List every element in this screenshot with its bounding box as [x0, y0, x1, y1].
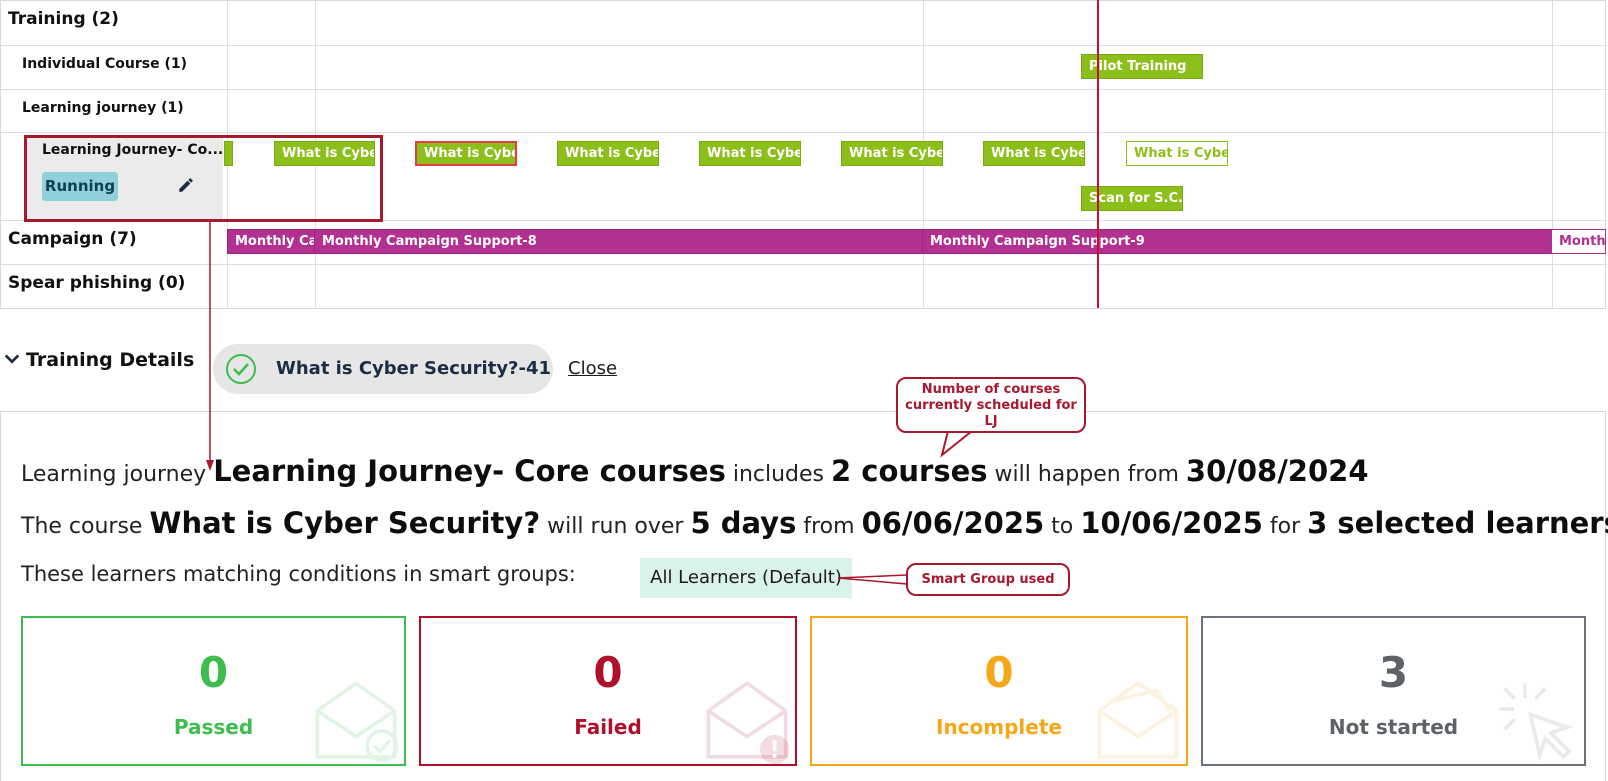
callout-smart-group: Smart Group used: [906, 563, 1070, 596]
callout-course-count: Number of courses currently scheduled fo…: [896, 377, 1086, 433]
course-duration: 5 days: [690, 506, 797, 540]
stat-value: 0: [198, 648, 229, 697]
chevron-down-icon: [4, 354, 20, 364]
lj-name: Learning Journey- Core courses: [213, 454, 726, 488]
bar-what-is-cyber[interactable]: What is Cyber: [841, 141, 943, 166]
bar-what-is-cyber-upcoming[interactable]: What is Cyber: [1126, 141, 1228, 166]
stat-value: 3: [1378, 648, 1409, 697]
today-marker: [1097, 0, 1099, 308]
row-label-campaign[interactable]: Campaign (7): [8, 229, 137, 249]
smart-group-tag[interactable]: All Learners (Default): [640, 558, 852, 598]
check-circle-icon: [226, 354, 256, 384]
status-badge: Running: [42, 172, 118, 201]
pencil-icon[interactable]: [177, 176, 195, 194]
course-end-date: 10/06/2025: [1080, 506, 1263, 540]
selected-course-name: What is Cyber Security?-41: [276, 358, 552, 379]
grid-row-divider: [1, 45, 1607, 46]
bar-campaign[interactable]: Monthly Ca: [227, 229, 315, 254]
row-label-spear-phishing[interactable]: Spear phishing (0): [8, 273, 185, 293]
summary-line-course: The course What is Cyber Security? will …: [21, 506, 1608, 540]
grid-column-divider: [1552, 1, 1553, 309]
row-label-training[interactable]: Training (2): [8, 9, 119, 29]
bar-campaign[interactable]: Monthly Campaign Support-9: [922, 229, 1552, 254]
bar-campaign[interactable]: Monthly Campaign Support-8: [314, 229, 923, 254]
smart-groups-text: These learners matching conditions in sm…: [21, 562, 576, 586]
stat-card-passed[interactable]: 0 Passed: [21, 616, 406, 766]
grid-row-divider: [1, 89, 1607, 90]
stat-card-incomplete[interactable]: 0 Incomplete: [810, 616, 1188, 766]
training-details-title: Training Details: [26, 349, 195, 371]
course-count: 2 courses: [831, 454, 988, 488]
stat-label: Failed: [574, 715, 642, 739]
grid-row-divider: [1, 264, 1607, 265]
stat-label: Passed: [173, 715, 254, 739]
summary-line-journey: Learning journey Learning Journey- Core …: [21, 454, 1369, 488]
learner-count: 3 selected learners.: [1307, 506, 1608, 540]
stat-label: Not started: [1328, 715, 1459, 739]
grid-row-divider: [1, 132, 1607, 133]
journey-start-date: 30/08/2024: [1185, 454, 1369, 488]
bar-pilot-training[interactable]: Pilot Training: [1081, 54, 1203, 79]
bar-what-is-cyber[interactable]: What is Cyber: [557, 141, 659, 166]
close-link[interactable]: Close: [568, 358, 617, 379]
bar-what-is-cyber-selected[interactable]: What is Cybe: [415, 141, 517, 166]
row-label-learning-journey[interactable]: Learning journey (1): [22, 100, 184, 116]
course-start-date: 06/06/2025: [861, 506, 1045, 540]
stat-label: Incomplete: [936, 715, 1062, 739]
row-label-individual-course[interactable]: Individual Course (1): [22, 56, 187, 72]
stat-value: 0: [984, 648, 1014, 697]
stat-card-failed[interactable]: 0 Failed: [419, 616, 797, 766]
selected-course-chip: What is Cyber Security?-41: [213, 344, 553, 394]
stat-value: 0: [593, 648, 623, 697]
training-details-toggle[interactable]: Training Details: [3, 349, 194, 371]
stat-card-not-started[interactable]: 3 Not started: [1201, 616, 1586, 766]
bar-what-is-cyber[interactable]: What is Cyber: [699, 141, 801, 166]
bar-what-is-cyber[interactable]: What is Cyber: [983, 141, 1085, 166]
learning-journey-title[interactable]: Learning Journey- Co...: [42, 142, 223, 158]
course-name: What is Cyber Security?: [149, 506, 541, 540]
bar-campaign-upcoming[interactable]: Month: [1551, 229, 1606, 254]
